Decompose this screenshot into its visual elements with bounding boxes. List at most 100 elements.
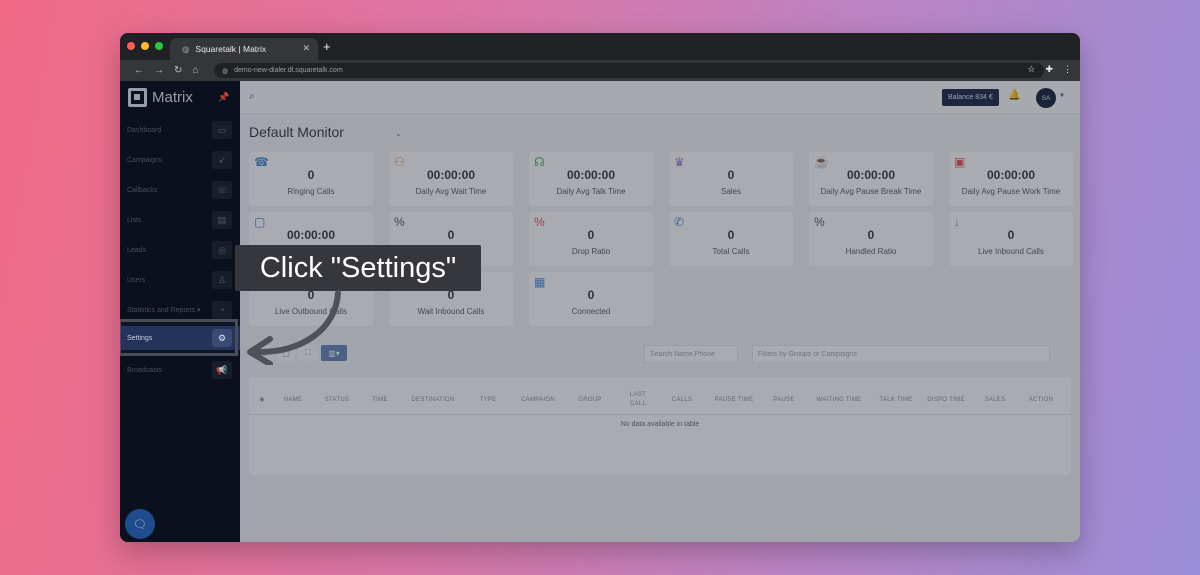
bookmark-star-icon[interactable]: ☆ xyxy=(1027,64,1035,75)
phone-callback-icon: ☏ xyxy=(212,181,232,199)
logo-text: Matrix xyxy=(152,89,193,106)
user-icon: ♙ xyxy=(212,271,232,289)
sidebar-item-label: Campaigns xyxy=(127,156,163,164)
column-header[interactable]: TIME xyxy=(363,385,397,415)
column-header[interactable]: LAST CALL xyxy=(621,385,655,415)
stat-value: 00:00:00 xyxy=(286,228,336,242)
close-window-dot[interactable] xyxy=(127,42,135,50)
chat-bubbles-icon: 🗨 xyxy=(133,518,147,531)
top-bar: ⌕ Balance 834 € 🔔 SA ▼ xyxy=(240,81,1080,114)
column-header[interactable]: CALLS xyxy=(663,385,701,415)
chevron-down-icon[interactable]: ▼ xyxy=(1059,93,1065,99)
stat-value: 0 xyxy=(1007,228,1015,242)
column-header[interactable]: STATUS xyxy=(317,385,357,415)
address-bar: ← → ↻ ⌂ ◍ demo-new-dialer.dl.squaretalk.… xyxy=(120,60,1080,81)
home-icon[interactable]: ⌂ xyxy=(192,65,198,76)
target-icon: ◎ xyxy=(212,241,232,259)
stat-label: Live Inbound Calls xyxy=(978,247,1044,256)
stat-card-total-calls: ✆ 0 Total Calls xyxy=(669,212,793,266)
percent-red-icon: % xyxy=(534,215,545,229)
document-icon: ▤ xyxy=(212,211,232,229)
sidebar-item-label: Callbacks xyxy=(127,186,158,194)
extensions-icon[interactable]: ✚ xyxy=(1045,64,1053,75)
monitor-select-chevron-icon[interactable]: ⌄ xyxy=(395,129,402,138)
stat-label: Wait Inbound Calls xyxy=(417,307,485,316)
sidebar-item-callbacks[interactable]: Callbacks ☏ xyxy=(120,179,240,201)
sidebar-item-lists[interactable]: Lists ▤ xyxy=(120,209,240,231)
stat-label: Sales xyxy=(720,187,741,196)
minimize-window-dot[interactable] xyxy=(141,42,149,50)
sidebar-item-leads[interactable]: Leads ◎ xyxy=(120,239,240,261)
stat-card-connected: ▦ 0 Connected xyxy=(529,272,653,326)
search-icon[interactable]: ⌕ xyxy=(249,91,255,102)
trophy-icon: ♛ xyxy=(674,155,685,169)
sidebar-item-statistics[interactable]: Statistics and Reports ▾ ◔ xyxy=(120,299,240,321)
reload-icon[interactable]: ↻ xyxy=(174,65,182,76)
stat-label: Ringing Calls xyxy=(287,187,335,196)
pin-icon[interactable]: 📌 xyxy=(218,92,229,103)
megaphone-icon: 📢 xyxy=(212,361,232,379)
stat-value: 0 xyxy=(587,288,595,302)
balance-button[interactable]: Balance 834 € xyxy=(942,89,999,106)
filter-input[interactable]: Filters by Groups or Campaigns xyxy=(752,345,1050,363)
sidebar-item-users[interactable]: Users ♙ xyxy=(120,269,240,291)
arrow-down-icon: ↓ xyxy=(954,215,960,229)
select-all-icon[interactable]: ◉ xyxy=(255,385,269,415)
column-header[interactable]: NAME xyxy=(275,385,311,415)
column-header[interactable]: CAMPAIGN xyxy=(511,385,565,415)
column-header[interactable]: TYPE xyxy=(469,385,507,415)
column-header[interactable]: PAUSE TIME xyxy=(711,385,757,415)
stat-label: Daily Avg Pause Work Time xyxy=(961,187,1061,196)
stat-value: 00:00:00 xyxy=(846,168,896,182)
stat-value: 0 xyxy=(307,168,315,182)
forward-icon[interactable]: → xyxy=(154,65,164,76)
stat-value: 0 xyxy=(727,168,735,182)
column-header[interactable]: DESTINATION xyxy=(403,385,463,415)
stat-card-sales: ♛ 0 Sales xyxy=(669,152,793,206)
logo[interactable]: Matrix xyxy=(128,88,193,107)
column-header[interactable]: GROUP xyxy=(569,385,611,415)
stat-value: 00:00:00 xyxy=(986,168,1036,182)
table-header-row: ◉ NAME STATUS TIME DESTINATION TYPE CAMP… xyxy=(249,385,1071,415)
search-input[interactable]: Search Name,Phone xyxy=(644,345,738,363)
browser-menu-icon[interactable]: ⋮ xyxy=(1063,64,1072,75)
tab-close-icon[interactable]: ✕ xyxy=(302,43,310,54)
matrix-logo-icon xyxy=(128,88,147,107)
stat-value: 00:00:00 xyxy=(566,168,616,182)
stat-card-avg-wait: ⚇ 00:00:00 Daily Avg Wait Time xyxy=(389,152,513,206)
site-info-icon[interactable]: ◍ xyxy=(222,67,228,75)
stat-label: Total Calls xyxy=(712,247,750,256)
stat-card-pause-work: ▣ 00:00:00 Daily Avg Pause Work Time xyxy=(949,152,1073,206)
stat-value: 0 xyxy=(447,228,455,242)
url-text: demo-new-dialer.dl.squaretalk.com xyxy=(234,67,343,74)
stat-label: Daily Avg Talk Time xyxy=(556,187,626,196)
back-icon[interactable]: ← xyxy=(134,65,144,76)
column-header[interactable]: ACTION xyxy=(1019,385,1063,415)
curved-arrow-icon xyxy=(247,290,341,365)
briefcase-icon: ▣ xyxy=(954,155,966,169)
monitor-icon: ▭ xyxy=(212,121,232,139)
bell-icon[interactable]: 🔔 xyxy=(1008,90,1020,101)
url-field[interactable]: ◍ demo-new-dialer.dl.squaretalk.com xyxy=(214,63,1044,78)
column-header[interactable]: TALK TIME xyxy=(873,385,919,415)
column-header[interactable]: DISPO TIME xyxy=(923,385,969,415)
browser-tab[interactable]: ◍ Squaretalk | Matrix ✕ xyxy=(170,38,318,60)
column-header[interactable]: PAUSE xyxy=(763,385,805,415)
stat-card-handled-ratio: % 0 Handled Ratio xyxy=(809,212,933,266)
chat-support-button[interactable]: 🗨 xyxy=(125,509,155,539)
column-header[interactable]: SALES xyxy=(975,385,1015,415)
stat-label: Connected xyxy=(571,307,611,316)
new-tab-button[interactable]: + xyxy=(323,39,331,54)
sidebar-item-label: Broadcasts xyxy=(127,366,163,374)
chat-icon: ▢ xyxy=(254,215,266,229)
page-title: Default Monitor xyxy=(249,124,344,140)
maximize-window-dot[interactable] xyxy=(155,42,163,50)
talk-bubble-icon: ☊ xyxy=(534,155,545,169)
avatar[interactable]: SA xyxy=(1036,88,1056,108)
tab-title: Squaretalk | Matrix xyxy=(195,44,267,54)
sidebar-item-broadcasts[interactable]: Broadcasts 📢 xyxy=(120,359,240,381)
sidebar-item-dashboard[interactable]: Dashboard ▭ xyxy=(120,119,240,141)
column-header[interactable]: WAITING TIME xyxy=(811,385,867,415)
sidebar-item-campaigns[interactable]: Campaigns ➶ xyxy=(120,149,240,171)
stat-value: 0 xyxy=(727,228,735,242)
